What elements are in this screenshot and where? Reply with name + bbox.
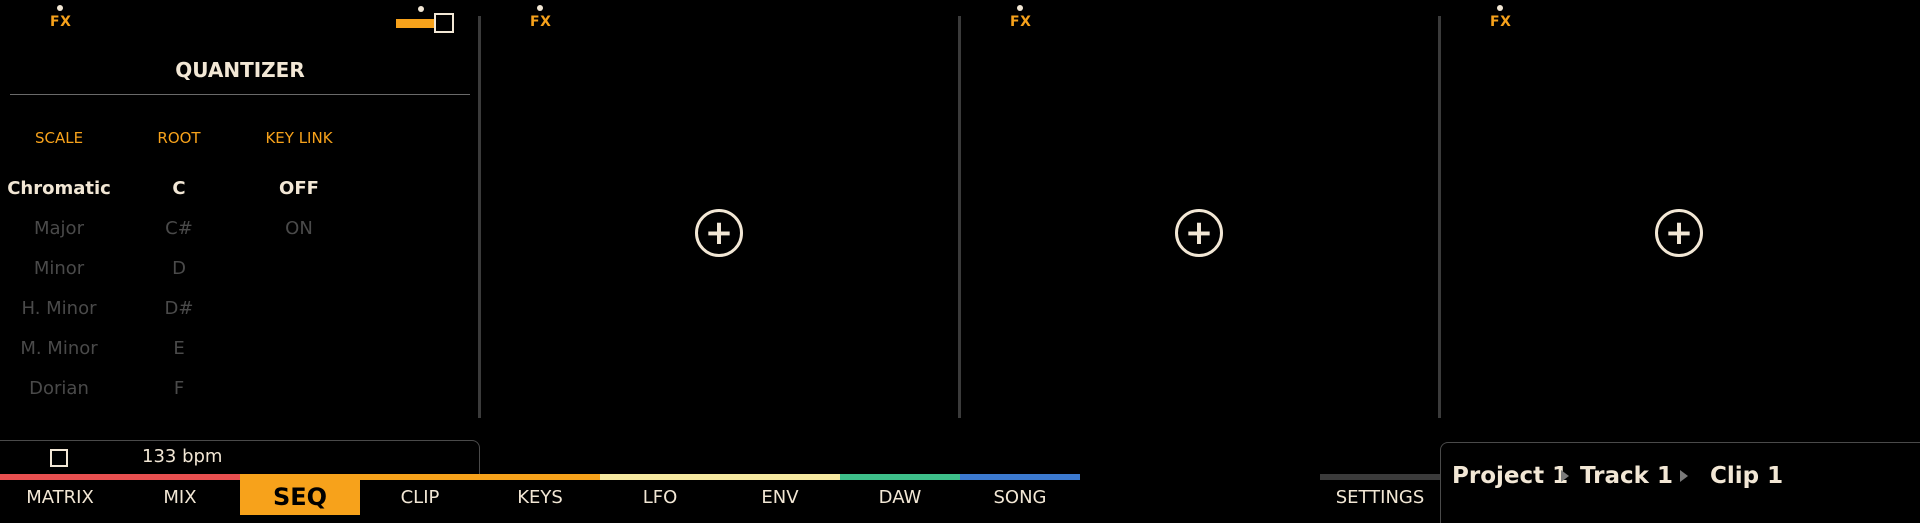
tab-clip[interactable]: CLIP (360, 480, 480, 515)
fx-indicator-dot (537, 5, 543, 11)
slider-indicator-dot (418, 6, 424, 12)
tab-seq[interactable]: SEQ (240, 480, 360, 515)
quantizer-title: QUANTIZER (175, 58, 305, 82)
quantizer-title-divider (10, 94, 470, 95)
root-option-e[interactable]: E (109, 338, 249, 359)
tab-lfo[interactable]: LFO (600, 480, 720, 515)
breadcrumb-arrow-icon (1561, 470, 1569, 482)
key-link-header: KEY LINK (265, 129, 333, 147)
fx-indicator-dot (1497, 5, 1503, 11)
root-option-f[interactable]: F (109, 378, 249, 399)
key-link-option-on[interactable]: ON (229, 218, 369, 239)
play-toggle-checkbox[interactable] (50, 449, 68, 467)
add-device-button[interactable]: + (1655, 209, 1703, 257)
fx-label[interactable]: FX (1490, 14, 1511, 30)
tab-settings[interactable]: SETTINGS (1320, 480, 1440, 515)
empty-device-slot-2: FX + (481, 0, 959, 440)
transport-frame (0, 440, 480, 475)
quantizer-panel: FX QUANTIZER SCALE ROOT KEY LINK Chromat… (0, 0, 478, 440)
empty-device-slot-3: FX + (961, 0, 1439, 440)
fx-indicator-dot (1017, 5, 1023, 11)
breadcrumb-clip[interactable]: Clip 1 (1710, 463, 1783, 489)
breadcrumb-project[interactable]: Project 1 (1452, 463, 1568, 489)
fx-label[interactable]: FX (50, 14, 71, 30)
tab-keys[interactable]: KEYS (480, 480, 600, 515)
plus-icon: + (1184, 213, 1214, 253)
empty-device-slot-4: FX + (1441, 0, 1919, 440)
root-header: ROOT (157, 129, 201, 147)
plus-icon: + (1664, 213, 1694, 253)
plus-icon: + (704, 213, 734, 253)
fx-label[interactable]: FX (1010, 14, 1031, 30)
fx-label[interactable]: FX (530, 14, 551, 30)
tab-env[interactable]: ENV (720, 480, 840, 515)
fx-indicator-dot (57, 5, 63, 11)
add-device-button[interactable]: + (695, 209, 743, 257)
key-link-option-off[interactable]: OFF (229, 178, 369, 199)
tab-daw[interactable]: DAW (840, 480, 960, 515)
tab-song[interactable]: SONG (960, 480, 1080, 515)
root-option-d-sharp[interactable]: D# (109, 298, 249, 319)
add-device-button[interactable]: + (1175, 209, 1223, 257)
breadcrumb-track[interactable]: Track 1 (1580, 463, 1673, 489)
tab-mix[interactable]: MIX (120, 480, 240, 515)
tempo-readout[interactable]: 133 bpm (142, 446, 222, 467)
root-option-c[interactable]: C (109, 178, 249, 199)
level-slider-handle[interactable] (434, 13, 454, 33)
breadcrumb-arrow-icon (1680, 470, 1688, 482)
tab-matrix[interactable]: MATRIX (0, 480, 120, 515)
root-option-c-sharp[interactable]: C# (109, 218, 249, 239)
root-option-d[interactable]: D (109, 258, 249, 279)
